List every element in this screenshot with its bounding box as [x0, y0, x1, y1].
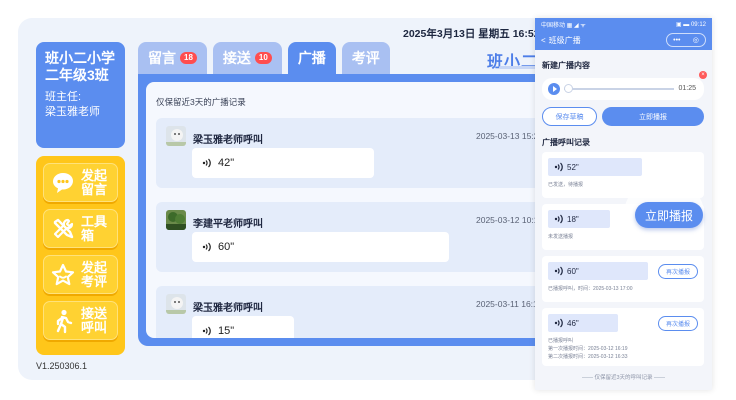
broadcast-now-float-button[interactable]: 立即播报: [635, 202, 703, 228]
tab-label: 考评: [351, 50, 380, 66]
classroom-display: 2025年3月13日 星期五 16:52:3 班小二小学二年级3班 班主任: 梁…: [18, 18, 550, 380]
delete-icon[interactable]: ×: [699, 71, 707, 79]
broadcast-record: 梁玉雅老师呼叫 2025-03-13 15:2 42": [156, 118, 550, 188]
more-icon[interactable]: •••: [673, 37, 680, 44]
history-status: 已播报呼叫: [548, 338, 574, 344]
voice-duration: 60": [218, 241, 235, 253]
history-status: 已播报呼叫，时间：2025-03-13 17:00: [548, 286, 633, 292]
status-bar: 中国移动 ▦ ◢ ᯤ ▣ ▬ 09:12: [535, 18, 712, 30]
avatar: [166, 126, 186, 146]
history-card: 60" 再次播报 已播报呼叫，时间：2025-03-13 17:00: [542, 256, 704, 302]
start-message-button[interactable]: 发起留言: [43, 163, 118, 202]
broadcast-list: 仅保留近3天的广播记录 梁玉雅老师呼叫 2025-03-13 15:2 42": [146, 82, 550, 338]
nav-bar: < 班级广播 ••• ◎: [535, 30, 712, 50]
toolbox-button[interactable]: 工具箱: [43, 209, 118, 248]
voice-message[interactable]: 46": [548, 314, 618, 332]
voice-duration: 60": [567, 266, 579, 276]
tab-label: 留言: [148, 50, 176, 66]
mini-program-capsule: ••• ◎: [666, 33, 706, 47]
version-label: V1.250306.1: [36, 361, 88, 371]
tab-bar: 留言 18 接送 10 广播 考评: [138, 42, 390, 74]
tab-label: 广播: [297, 50, 326, 66]
feature-label: 发起考评: [81, 259, 108, 289]
voice-duration: 42": [218, 157, 235, 169]
voice-wave-icon: [554, 214, 563, 224]
unread-badge: 18: [180, 52, 197, 64]
broadcast-record: 李建平老师呼叫 2025-03-12 10:1 60": [156, 202, 550, 272]
screen: 2025年3月13日 星期五 16:52:3 班小二小学二年级3班 班主任: 梁…: [0, 0, 736, 400]
page-title: 班级广播: [548, 35, 581, 45]
feature-panel: 发起留言 工具箱 发起考评 接送呼叫: [36, 156, 125, 355]
star-icon: [51, 263, 75, 285]
history-status: 已发送，待播报: [548, 182, 584, 188]
tab-messages[interactable]: 留言 18: [138, 42, 207, 74]
voice-wave-icon: [554, 318, 563, 328]
teacher-name: 梁玉雅老师: [45, 106, 100, 118]
record-time: 2025-03-13 15:2: [476, 131, 539, 141]
tab-broadcast[interactable]: 广播: [287, 42, 336, 74]
broadcast-panel: 仅保留近3天的广播记录 梁玉雅老师呼叫 2025-03-13 15:2 42": [138, 74, 550, 346]
feature-label: 接送呼叫: [81, 305, 108, 335]
walking-person-icon: [56, 309, 73, 333]
class-info-card: 班小二小学二年级3班 班主任: 梁玉雅老师: [36, 42, 125, 148]
voice-duration: 46": [567, 318, 579, 328]
history-status: 未发送播报: [548, 234, 574, 240]
audio-player: 01:25: [542, 78, 704, 100]
audio-duration: 01:25: [678, 85, 696, 92]
voice-wave-icon: [202, 242, 211, 252]
feature-label: 工具箱: [81, 213, 108, 243]
history-times: 第一次播报时间：2025-03-12 16:19 第二次播报时间：2025-03…: [548, 346, 628, 360]
voice-message[interactable]: 42": [192, 148, 374, 178]
battery-clock: ▣ ▬ 09:12: [675, 21, 706, 28]
history-card: 46" 再次播报 已播报呼叫 第一次播报时间：2025-03-12 16:19 …: [542, 308, 704, 366]
class-name: 班小二小学二年级3班: [45, 50, 115, 83]
feature-label: 发起留言: [81, 167, 108, 197]
replay-button[interactable]: 再次播报: [658, 264, 698, 279]
voice-wave-icon: [554, 162, 563, 172]
broadcast-now-button[interactable]: 立即播报: [602, 107, 704, 126]
history-heading: 广播呼叫记录: [542, 138, 590, 147]
voice-duration: 18": [567, 214, 579, 224]
voice-message[interactable]: 52": [548, 158, 642, 176]
voice-message[interactable]: 15": [192, 316, 294, 338]
teacher-label: 班主任:: [45, 91, 82, 103]
voice-wave-icon: [202, 326, 211, 336]
record-sender: 李建平老师呼叫: [193, 219, 263, 230]
avatar: [166, 210, 186, 230]
voice-duration: 15": [218, 325, 235, 337]
tab-evaluation[interactable]: 考评: [341, 42, 390, 74]
record-sender: 梁玉雅老师呼叫: [193, 135, 263, 146]
voice-duration: 52": [567, 162, 579, 172]
record-time: 2025-03-12 10:1: [476, 215, 539, 225]
history-footer: —— 仅保留近3天的呼叫记录 ——: [581, 375, 666, 381]
datetime: 2025年3月13日 星期五 16:52:3: [403, 28, 549, 40]
progress-track[interactable]: [564, 88, 674, 90]
avatar: [166, 294, 186, 314]
message-bubble-icon: [53, 172, 73, 193]
voice-message[interactable]: 60": [192, 232, 449, 262]
back-icon[interactable]: <: [541, 36, 546, 45]
voice-wave-icon: [554, 266, 563, 276]
carrier-status: 中国移动 ▦ ◢ ᯤ: [541, 22, 586, 29]
tools-icon: [53, 218, 74, 238]
replay-button[interactable]: 再次播报: [658, 316, 698, 331]
start-evaluation-button[interactable]: 发起考评: [43, 255, 118, 294]
record-sender: 梁玉雅老师呼叫: [193, 303, 263, 314]
close-icon[interactable]: ◎: [693, 36, 699, 44]
save-draft-button[interactable]: 保存草稿: [542, 107, 597, 126]
voice-wave-icon: [202, 158, 211, 168]
voice-message[interactable]: 18": [548, 210, 610, 228]
new-broadcast-heading: 新建广播内容: [542, 61, 590, 70]
progress-knob[interactable]: [564, 84, 573, 93]
play-icon[interactable]: [548, 83, 560, 95]
tab-label: 接送: [222, 50, 251, 66]
voice-message[interactable]: 60": [548, 262, 648, 280]
retention-hint: 仅保留近3天的广播记录: [156, 97, 246, 107]
record-time: 2025-03-11 16:1: [476, 299, 538, 309]
pickup-call-button[interactable]: 接送呼叫: [43, 301, 118, 340]
unread-badge: 10: [254, 52, 272, 64]
tab-pickup[interactable]: 接送 10: [212, 42, 282, 74]
logo-underline: [499, 66, 539, 69]
broadcast-record: 梁玉雅老师呼叫 2025-03-11 16:1 15": [156, 286, 550, 338]
